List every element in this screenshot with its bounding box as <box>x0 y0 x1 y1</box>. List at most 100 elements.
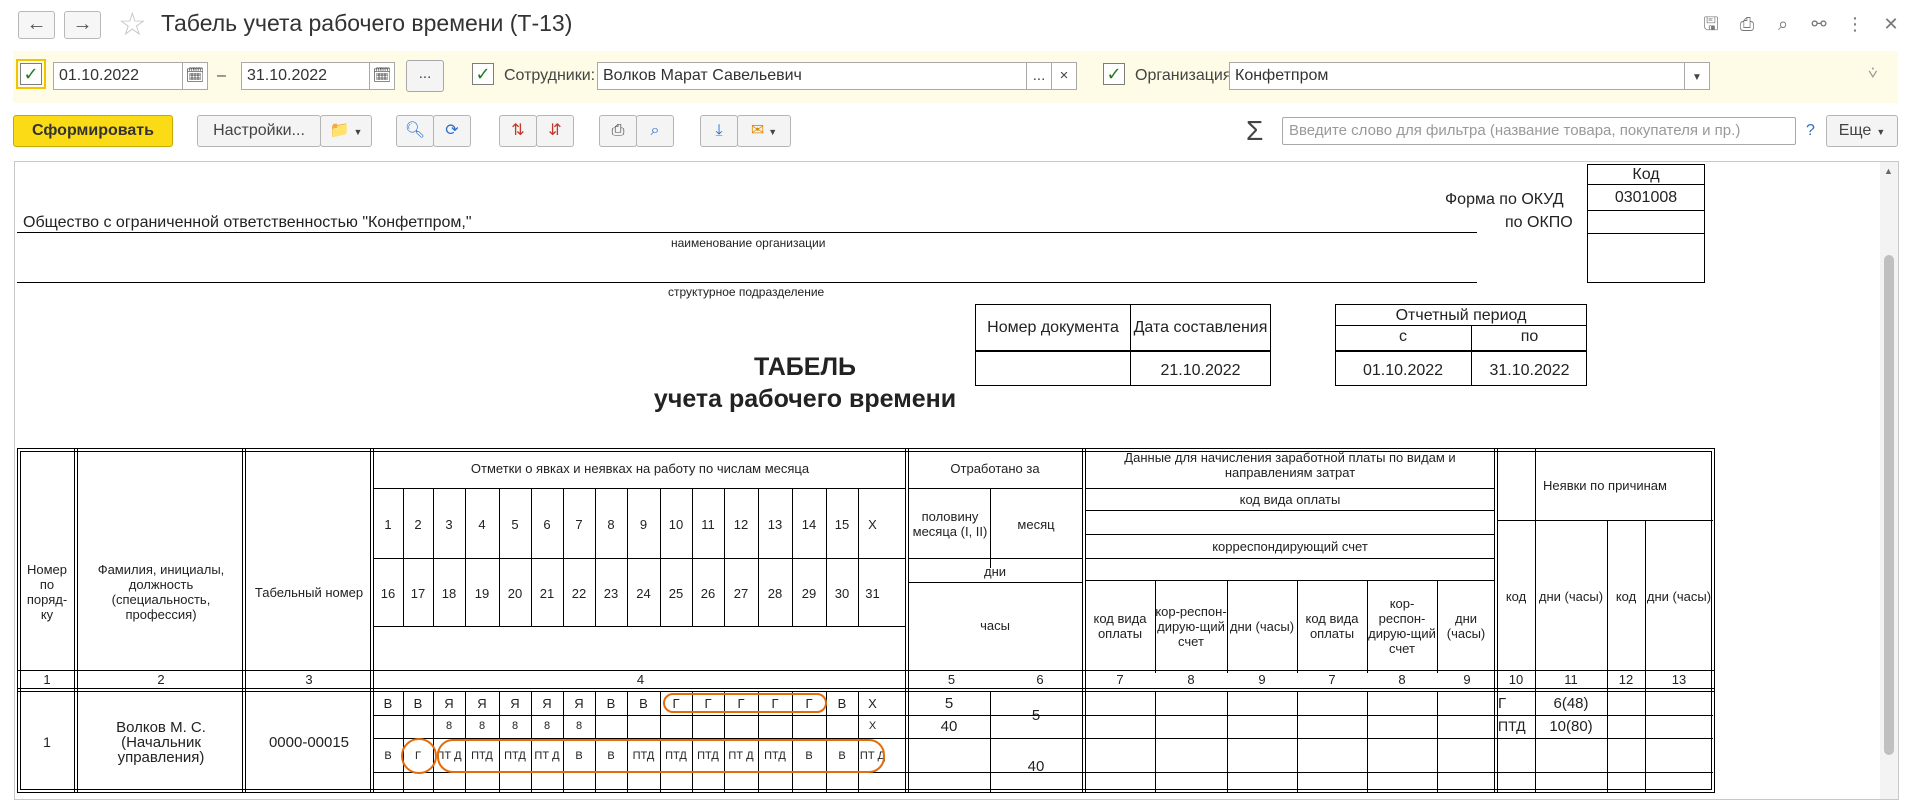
report-subtitle: учета рабочего времени <box>653 384 957 413</box>
day-header: 6 <box>543 516 551 532</box>
sort-desc-button[interactable]: ⇵ <box>536 115 574 147</box>
day-header: 2 <box>414 516 422 532</box>
mark-cell: В <box>413 696 423 711</box>
report-search-input[interactable]: Введите слово для фильтра (название това… <box>1282 117 1796 145</box>
date-to-field[interactable]: 31.10.2022 <box>241 62 370 90</box>
save-file-button[interactable]: ⤓ <box>700 115 738 147</box>
mark-cell: В <box>383 696 393 711</box>
header-absence: Неявки по причинам <box>1543 477 1667 493</box>
hours-cell: 8 <box>445 720 453 732</box>
find-button[interactable]: 🔍︎ <box>396 115 434 147</box>
header-absence-sub: код <box>1615 588 1637 604</box>
day-header: 1 <box>384 516 392 532</box>
filter-icon[interactable]: ⩒ <box>1868 65 1878 83</box>
sort-asc-button[interactable]: ⇅ <box>499 115 537 147</box>
download-icon: ⤓ <box>715 122 723 139</box>
organization-dropdown-button[interactable]: ▼ <box>1684 62 1710 90</box>
report-area[interactable]: ▲ Код 0301008 Форма по ОКУД по ОКПО Обще… <box>14 161 1899 800</box>
grid-line <box>373 626 905 627</box>
header-marks: Отметки о явках и неявках на работу по ч… <box>470 460 810 476</box>
day-header: 14 <box>801 516 817 532</box>
vertical-scrollbar[interactable]: ▲ <box>1880 162 1898 799</box>
preview-icon[interactable]: ⌕ <box>1770 12 1796 36</box>
generate-button[interactable]: Сформировать <box>13 115 173 147</box>
organization-checkbox[interactable]: ✓ <box>1103 63 1125 85</box>
highlight-oval <box>437 739 885 773</box>
period-select-button[interactable]: ... <box>406 60 444 92</box>
period-checkbox[interactable]: ✓ <box>16 59 46 89</box>
period-from-value: 01.10.2022 <box>1362 361 1444 379</box>
mark-cell: В <box>837 696 847 711</box>
organization-label: Организация: <box>1135 67 1236 84</box>
more-button[interactable]: Еще ▼ <box>1826 115 1898 147</box>
arrow-right-icon: → <box>72 13 93 35</box>
employees-select-button[interactable]: ... <box>1026 62 1052 90</box>
employees-checkbox[interactable]: ✓ <box>472 63 494 85</box>
day-header: 4 <box>478 516 486 532</box>
save-icon[interactable]: 🖫 <box>1698 12 1724 36</box>
close-icon[interactable]: ✕ <box>1878 12 1904 36</box>
column-number: 12 <box>1618 672 1634 687</box>
scroll-thumb[interactable] <box>1884 255 1894 755</box>
chevron-down-icon: ▼ <box>1692 72 1702 83</box>
day-header: 31 <box>865 585 880 601</box>
employees-clear-button[interactable]: × <box>1051 62 1077 90</box>
find-next-button[interactable]: ⟳ <box>433 115 471 147</box>
day-header: 18 <box>441 585 457 601</box>
print-icon[interactable]: ⎙ <box>1734 12 1760 36</box>
day-header: 8 <box>607 516 615 532</box>
month-days-value: 5 <box>1031 707 1041 724</box>
more-vertical-icon[interactable]: ⋮ <box>1842 12 1868 36</box>
search-refresh-icon: ⟳ <box>445 122 459 139</box>
header-name: Фамилия, инициалы, должность (специально… <box>97 562 225 622</box>
day-header: 19 <box>474 585 490 601</box>
grid-line <box>1437 691 1438 793</box>
sum-icon[interactable]: Σ <box>1246 116 1263 146</box>
highlight-oval <box>663 693 827 713</box>
employees-field[interactable]: Волков Марат Савельевич <box>597 62 1027 90</box>
divider <box>1587 210 1705 211</box>
folder-icon: 📁 <box>329 122 350 139</box>
header-salary-sub: кор-респон-дирую-щий счет <box>1155 603 1227 649</box>
date-from-field[interactable]: 01.10.2022 <box>53 62 183 90</box>
back-button[interactable]: ← <box>18 11 55 39</box>
calendar-icon: 🗓 <box>185 67 205 84</box>
divider <box>1587 233 1705 234</box>
print-button[interactable]: ⎙ <box>599 115 637 147</box>
help-link[interactable]: ? <box>1806 122 1815 140</box>
divider <box>17 282 1477 283</box>
column-number: 5 <box>947 672 956 687</box>
scroll-up-icon[interactable]: ▲ <box>1884 166 1893 176</box>
mark-cell: Х <box>868 696 877 711</box>
day-header: 20 <box>507 585 523 601</box>
day-header: 7 <box>575 516 583 532</box>
column-number: 10 <box>1508 672 1524 687</box>
grid-line <box>1497 520 1713 521</box>
mark-cell: Я <box>510 696 520 711</box>
calendar-to-button[interactable]: 🗓 <box>369 62 395 90</box>
highlight-circle <box>401 738 437 774</box>
organization-field[interactable]: Конфетпром <box>1229 62 1685 90</box>
variants-button[interactable]: 📁 ▼ <box>320 115 372 147</box>
header-worked: Отработано за <box>950 460 1040 476</box>
print-preview-button[interactable]: ⌕ <box>636 115 674 147</box>
link-icon[interactable]: ⚯ <box>1806 12 1832 36</box>
calendar-from-button[interactable]: 🗓 <box>182 62 208 90</box>
mark-cell: В <box>639 696 648 711</box>
header-corr: корреспондирующий счет <box>1212 538 1368 554</box>
mark-cell: В <box>384 749 392 762</box>
header-half: половину месяца (I, II) <box>912 509 988 539</box>
day-header: 24 <box>636 585 651 601</box>
code-header: Код <box>1632 165 1660 183</box>
settings-button[interactable]: Настройки... <box>197 115 321 147</box>
forward-button[interactable]: → <box>64 11 101 39</box>
chevron-down-icon: ▼ <box>353 127 363 137</box>
period-header: Отчетный период <box>1395 306 1527 324</box>
header-salary-sub: дни (часы) <box>1446 611 1486 641</box>
send-mail-button[interactable]: ✉ ▼ <box>737 115 791 147</box>
half-hours-value: 40 <box>940 718 958 735</box>
absence-days: 6(48) <box>1553 695 1589 712</box>
hours-cell <box>660 716 692 737</box>
star-icon[interactable]: ☆ <box>118 6 147 42</box>
hours-cell <box>792 716 826 737</box>
